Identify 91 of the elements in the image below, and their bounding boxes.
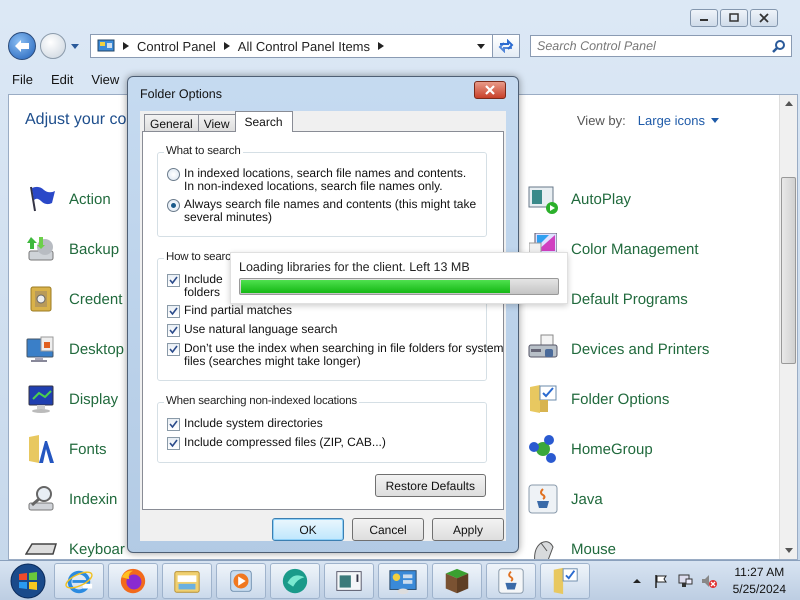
group-title: How to searc: [164, 251, 233, 263]
option-label: Use natural language search: [184, 323, 338, 336]
back-arrow-icon: [14, 39, 30, 53]
cup-icon: [496, 566, 526, 596]
breadcrumb-item[interactable]: Control Panel: [137, 38, 216, 54]
taskbar-app-button[interactable]: [432, 562, 482, 598]
radio-button[interactable]: [167, 168, 180, 181]
maximize-button[interactable]: [720, 9, 748, 27]
refresh-icon: [498, 39, 514, 53]
dialog-button[interactable]: Cancel: [352, 518, 424, 541]
loading-message: Loading libraries for the client. Left 13 MB: [239, 260, 471, 274]
control-panel-item-link[interactable]: Folder Options: [571, 391, 670, 408]
restore-icon: [728, 13, 740, 23]
taskbar-app-button[interactable]: [486, 562, 536, 598]
start-orb-icon: [9, 562, 47, 600]
chevron-icon[interactable]: [123, 42, 129, 50]
checkbox[interactable]: [167, 305, 180, 318]
view-by-label: View by:: [576, 112, 626, 128]
chevron-icon[interactable]: [224, 42, 230, 50]
search-icon: [772, 40, 785, 53]
page-heading: Adjust your co: [25, 111, 126, 129]
tab[interactable]: Search: [234, 111, 293, 132]
control-panel-item-link[interactable]: Indexin: [69, 491, 118, 508]
control-panel-item-link[interactable]: Desktop: [69, 341, 124, 358]
taskbar-app-button[interactable]: [108, 562, 158, 598]
tab[interactable]: General: [144, 114, 199, 132]
control-panel-item-link[interactable]: AutoPlay: [571, 191, 632, 208]
chevron-icon[interactable]: [378, 42, 384, 50]
control-panel-item-link[interactable]: Keyboar: [69, 541, 125, 558]
date-text: 5/25/2024: [732, 582, 786, 596]
option-label: Include compressed files (ZIP, CAB...): [184, 436, 386, 449]
control-panel-icon: [97, 38, 115, 54]
radio-button[interactable]: [167, 199, 180, 212]
control-panel-item-link[interactable]: Java: [571, 491, 603, 508]
close-button[interactable]: [750, 9, 778, 27]
close-icon: [758, 13, 770, 23]
group-title: What to search: [164, 145, 243, 157]
option-label: Include folders: [184, 273, 223, 299]
option-label: Include system directories: [184, 417, 323, 430]
dialog-title: Folder Options: [140, 87, 222, 101]
control-panel-item-link[interactable]: Fonts: [69, 441, 107, 458]
view-by-dropdown[interactable]: Large icons: [638, 112, 719, 128]
option-label: In indexed locations, search file names and contents. In non-indexed locations, search file names only.: [184, 167, 466, 193]
taskbar-app-button[interactable]: [378, 562, 428, 598]
back-button[interactable]: [8, 32, 36, 60]
menu-item[interactable]: Edit: [50, 72, 74, 86]
menu-item[interactable]: File: [12, 72, 33, 86]
checkbox[interactable]: [167, 343, 180, 356]
checkbox[interactable]: [167, 437, 180, 450]
scroll-down-icon[interactable]: [784, 548, 792, 553]
dropdown-icon[interactable]: [476, 42, 486, 50]
scroll-up-icon[interactable]: [784, 101, 792, 106]
group-title: When searching non-indexed locations: [164, 395, 359, 407]
restore-defaults-button[interactable]: Restore Defaults: [374, 474, 486, 497]
control-panel-item-link[interactable]: Action: [69, 191, 111, 208]
caret-icon: [711, 118, 719, 122]
folder-checklist-icon: [527, 383, 559, 415]
control-panel-item-link[interactable]: HomeGroup: [571, 441, 653, 458]
dialog-button[interactable]: Apply: [432, 518, 504, 541]
dialog-button[interactable]: OK: [272, 518, 344, 541]
control-panel-item-link[interactable]: Credent: [69, 291, 122, 308]
keyboard-icon: [25, 543, 57, 555]
tab[interactable]: View: [198, 114, 236, 132]
address-bar[interactable]: Control Panel All Control Panel Items: [90, 34, 493, 58]
refresh-button[interactable]: [492, 34, 520, 58]
control-panel-item-link[interactable]: Display: [69, 391, 118, 408]
clock[interactable]: 11:27 AM 5/25/2024: [724, 565, 794, 596]
control-panel-item-link[interactable]: Backup: [69, 241, 120, 258]
close-button[interactable]: [474, 81, 506, 99]
breadcrumb-item[interactable]: All Control Panel Items: [238, 38, 370, 54]
option-label: Don’t use the index when searching in file folders for system files (searches might take longer): [184, 342, 504, 368]
minimize-button[interactable]: [690, 9, 718, 27]
checkbox[interactable]: [167, 274, 180, 287]
speaker-muted-icon[interactable]: [700, 572, 717, 588]
menu-item[interactable]: View: [91, 72, 120, 86]
control-panel-item-link[interactable]: Mouse: [571, 541, 616, 558]
network-icon[interactable]: [676, 572, 693, 588]
control-panel-item-link[interactable]: Default Programs: [571, 291, 688, 308]
checkbox[interactable]: [167, 418, 180, 431]
option-label: Find partial matches: [184, 304, 292, 317]
flag-icon[interactable]: [652, 572, 669, 588]
close-icon: [484, 85, 496, 95]
option-label: Always search file names and contents (this might take several minutes): [184, 198, 476, 224]
cup-icon: [527, 483, 559, 515]
control-panel-item-link[interactable]: Color Management: [571, 241, 699, 258]
control-panel-item-link[interactable]: Devices and Printers: [571, 341, 710, 358]
checkbox[interactable]: [167, 324, 180, 337]
taskbar-app-button[interactable]: [324, 562, 374, 598]
search-field[interactable]: Search Control Panel: [530, 35, 792, 57]
time-text: 11:27 AM: [734, 565, 784, 579]
spheres-icon: [527, 433, 559, 465]
